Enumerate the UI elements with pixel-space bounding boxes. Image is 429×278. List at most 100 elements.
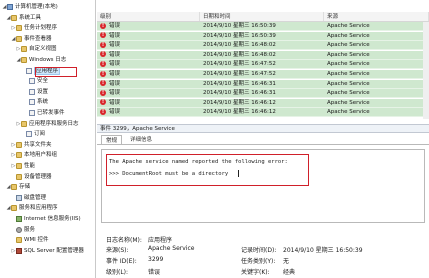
- tree-item[interactable]: ▷ 自定义视图: [16, 45, 57, 53]
- tree-item[interactable]: ◢ 事件查看器: [11, 35, 52, 43]
- event-datetime: 2014/9/10 星期三 16:46:12: [203, 99, 276, 106]
- iis-icon: [16, 216, 22, 222]
- event-source: Apache Service: [327, 99, 370, 106]
- level-label: 级别(L):: [106, 269, 129, 276]
- event-row[interactable]: ! 错误 2014/9/10 星期三 16:46:12 Apache Service: [97, 98, 429, 108]
- event-row[interactable]: ! 错误 2014/9/10 星期三 16:48:02 Apache Service: [97, 41, 429, 51]
- tree-item[interactable]: ▷ SQL Server 配置管理器: [11, 247, 84, 255]
- error-icon: !: [100, 99, 106, 106]
- tree-item-label: 设备管理器: [24, 173, 52, 180]
- event-list-scrollbar[interactable]: [423, 22, 429, 119]
- error-icon: !: [100, 51, 106, 58]
- event-datetime: 2014/9/10 星期三 16:48:02: [203, 42, 276, 49]
- tree-item-label: 计算机管理(本地): [15, 4, 58, 10]
- log-name-value: 应用程序: [148, 237, 173, 244]
- sql-icon: [16, 247, 22, 254]
- keywords-label: 关键字(K):: [241, 269, 270, 276]
- event-list-header: 级别 日期和时间 来源: [97, 12, 429, 22]
- tree-item[interactable]: ▷ 共享文件夹: [11, 141, 52, 149]
- tree-item[interactable]: 服务: [11, 226, 35, 234]
- event-datetime: 2014/9/10 星期三 16:50:39: [203, 32, 276, 39]
- navigation-tree: ◢ 计算机管理(本地) ◢ 系统工具 ▷ 任务计划程序 ◢ 事件查看器 ▷ 自定义视图 ◢ Windo…: [0, 0, 96, 278]
- event-row[interactable]: ! 错误 2014/9/10 星期三 16:47:52 Apache Service: [97, 60, 429, 70]
- event-level: 错误: [109, 90, 121, 97]
- tree-item-label: 已转发事件: [37, 110, 65, 116]
- computer-icon: [7, 4, 13, 10]
- log-icon: [26, 67, 32, 74]
- tree-item[interactable]: 已转发事件: [24, 109, 65, 117]
- device-manager-icon: [16, 173, 22, 180]
- tree-item[interactable]: Internet 信息服务(IIS): [11, 215, 81, 223]
- event-row[interactable]: ! 错误 2014/9/10 星期三 16:48:02 Apache Service: [97, 50, 429, 60]
- event-level: 错误: [109, 42, 121, 49]
- tree-item-label: 服务和应用程序: [19, 205, 58, 212]
- log-icon: [29, 99, 35, 106]
- tree-item-label: 性能: [24, 163, 36, 169]
- logged-value: 2014/9/10 星期三 16:50:39: [283, 247, 363, 254]
- tree-item[interactable]: 系统: [24, 98, 48, 106]
- event-source: Apache Service: [327, 42, 370, 49]
- event-row[interactable]: ! 错误 2014/9/10 星期三 16:50:39 Apache Service: [97, 31, 429, 41]
- event-row[interactable]: ! 错误 2014/9/10 星期三 16:46:31 Apache Service: [97, 79, 429, 89]
- tree-item[interactable]: 订阅: [21, 130, 45, 138]
- wmi-icon: [16, 237, 22, 244]
- tree-item-label: 存储: [19, 184, 31, 191]
- tree-item[interactable]: ▷ 任务计划程序: [11, 24, 57, 32]
- tree-item[interactable]: 设备管理器: [11, 173, 52, 181]
- keywords-value: 经典: [283, 269, 296, 276]
- event-row[interactable]: ! 错误 2014/9/10 星期三 16:50:39 Apache Service: [97, 22, 429, 31]
- event-datetime: 2014/9/10 星期三 16:50:39: [203, 23, 276, 29]
- event-datetime: 2014/9/10 星期三 16:46:31: [203, 90, 276, 97]
- storage-icon: [11, 184, 17, 191]
- log-icon: [29, 88, 35, 95]
- column-header-level[interactable]: 级别: [97, 12, 200, 21]
- tree-item[interactable]: ◢ 服务和应用程序: [6, 204, 58, 212]
- tree-item[interactable]: 安全: [24, 77, 48, 85]
- event-level: 错误: [109, 51, 121, 58]
- tree-item-label: Windows 日志: [29, 57, 67, 63]
- tree-item[interactable]: ◢ 系统工具: [6, 14, 41, 22]
- event-detail-title: 事件 3299，Apache Service: [97, 124, 429, 133]
- message-line-2: >>> DocumentRoot must be a directory: [109, 171, 229, 177]
- tree-item-label: SQL Server 配置管理器: [24, 247, 84, 254]
- source-label: 来源(S):: [106, 247, 129, 254]
- event-source: Apache Service: [327, 80, 370, 87]
- tree-item-label: 应用程序和服务日志: [29, 120, 79, 127]
- error-icon: !: [100, 89, 106, 96]
- log-icon: [26, 131, 32, 138]
- column-header-source[interactable]: 来源: [324, 12, 429, 21]
- tab-details[interactable]: 详细信息: [126, 135, 156, 144]
- tree-item[interactable]: ◢ Windows 日志: [16, 56, 66, 64]
- event-level: 错误: [109, 80, 121, 87]
- tree-item[interactable]: ◢ 计算机管理(本地): [2, 3, 58, 11]
- source-value: Apache Service: [148, 245, 195, 252]
- tree-item-label: 系统: [37, 99, 49, 106]
- event-datetime: 2014/9/10 星期三 16:47:52: [203, 71, 276, 77]
- error-icon: !: [100, 41, 106, 48]
- logged-label: 记录时间(D):: [241, 247, 277, 254]
- event-level: 错误: [109, 61, 121, 68]
- tree-item[interactable]: ▷ 本地用户和组: [11, 151, 57, 159]
- event-row[interactable]: ! 错误 2014/9/10 星期三 16:46:31 Apache Service: [97, 89, 429, 99]
- event-row[interactable]: ! 错误 2014/9/10 星期三 16:47:52 Apache Service: [97, 70, 429, 79]
- event-row[interactable]: ! 错误 2014/9/10 星期三 16:46:12 Apache Service: [97, 108, 429, 118]
- tree-item[interactable]: ▷ 性能: [11, 162, 35, 170]
- disk-icon: [16, 194, 22, 201]
- event-datetime: 2014/9/10 星期三 16:46:31: [203, 80, 276, 87]
- tree-item[interactable]: ▷ 应用程序和服务日志: [16, 120, 79, 128]
- tree-item[interactable]: ◢ 存储: [6, 183, 30, 191]
- event-source: Apache Service: [327, 51, 370, 58]
- tree-item[interactable]: 设置: [24, 88, 48, 96]
- error-icon: !: [100, 22, 106, 29]
- event-source: Apache Service: [327, 90, 370, 97]
- column-header-datetime[interactable]: 日期和时间: [200, 12, 324, 21]
- tree-item[interactable]: 磁盘管理: [11, 194, 46, 202]
- tools-icon: [11, 14, 17, 21]
- text-caret: [238, 170, 239, 177]
- event-level: 错误: [109, 23, 121, 29]
- event-source: Apache Service: [327, 61, 370, 68]
- tree-item[interactable]: WMI 控件: [11, 236, 49, 244]
- tree-item-label: Internet 信息服务(IIS): [24, 216, 81, 222]
- tab-general[interactable]: 常规: [101, 135, 123, 144]
- log-name-label: 日志名称(M):: [106, 237, 142, 244]
